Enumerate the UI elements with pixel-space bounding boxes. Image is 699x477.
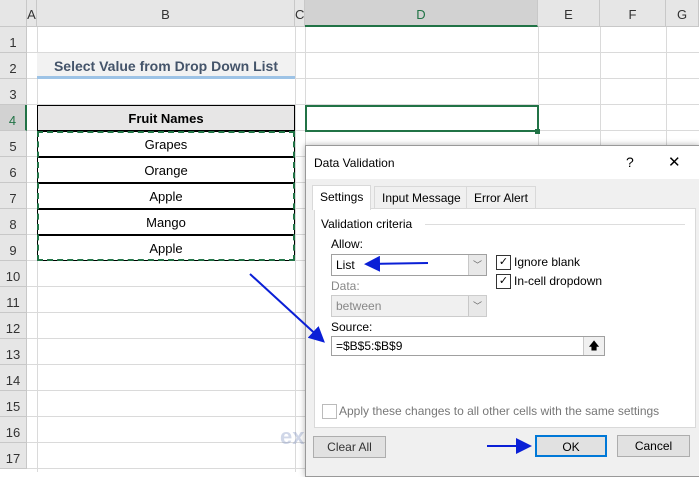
arrow-to-source: [249, 273, 325, 343]
arrow-to-list: [364, 255, 429, 272]
tab-settings[interactable]: Settings: [312, 185, 372, 210]
annotation-arrows: [249, 255, 532, 454]
